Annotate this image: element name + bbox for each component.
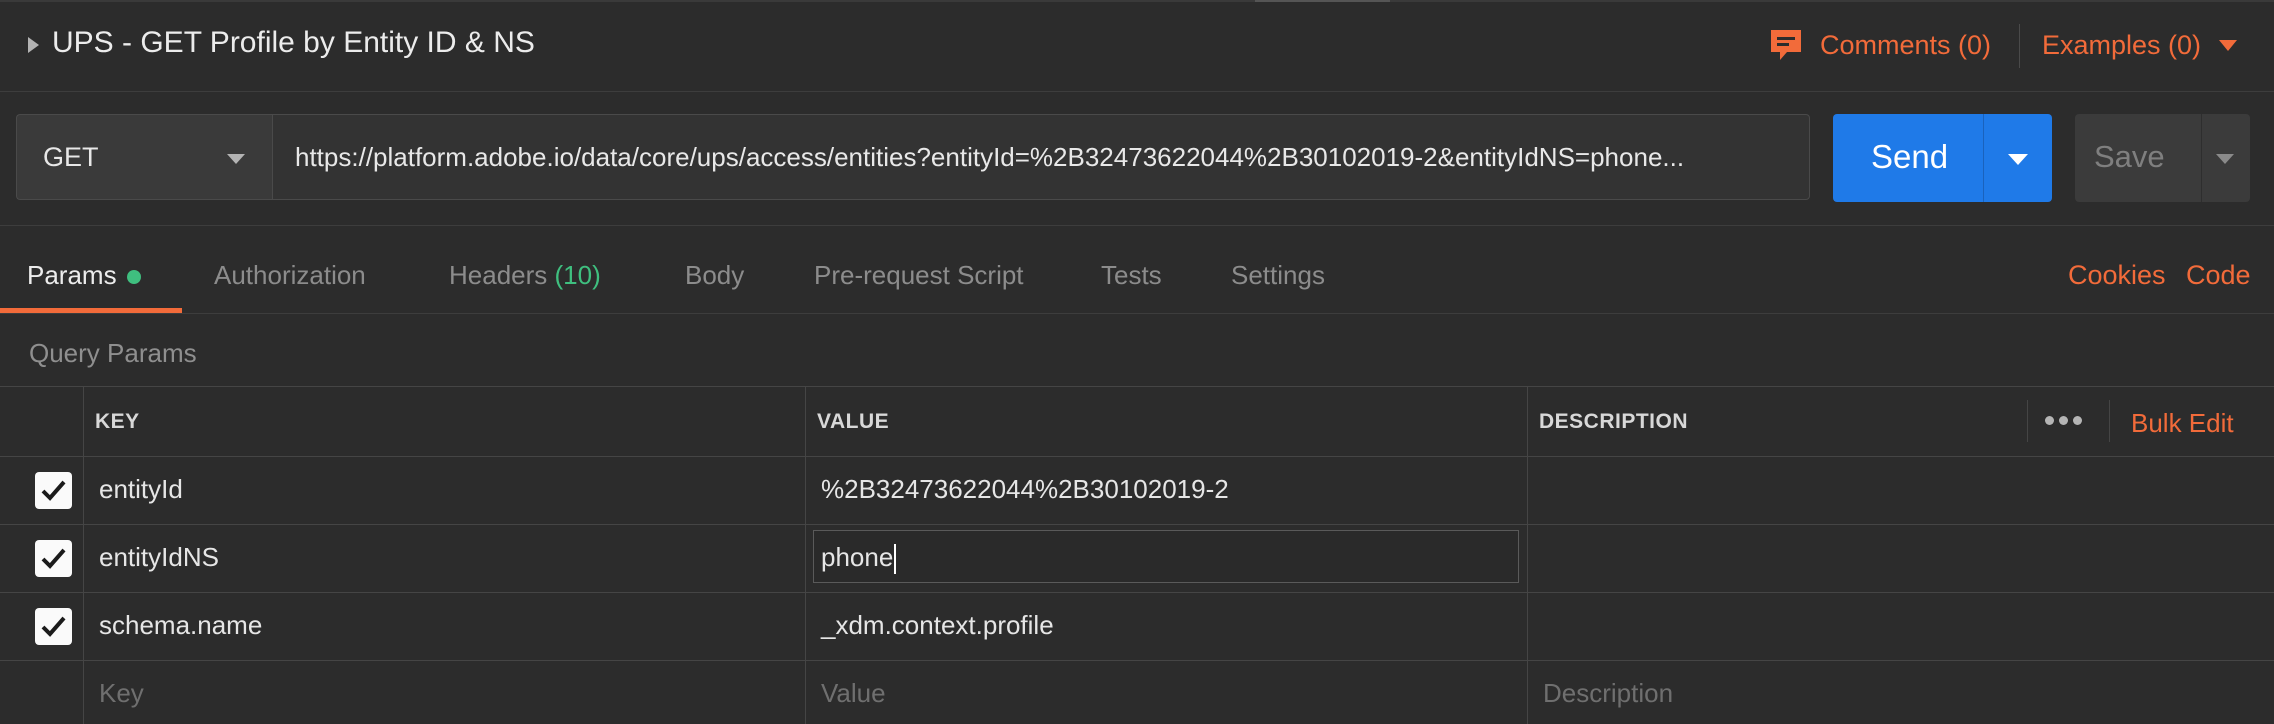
bulk-edit-button[interactable]: Bulk Edit xyxy=(2131,408,2234,439)
expand-caret-icon[interactable] xyxy=(28,37,39,53)
comments-button[interactable]: Comments (0) xyxy=(1768,22,1991,68)
new-key-input[interactable]: Key xyxy=(99,678,144,709)
param-value-input[interactable] xyxy=(813,530,1519,583)
request-title-bar: UPS - GET Profile by Entity ID & NS Comm… xyxy=(0,0,2274,92)
param-value-cell[interactable]: %2B32473622044%2B30102019-2 xyxy=(821,474,1229,505)
checkmark-icon xyxy=(41,548,66,569)
divider xyxy=(1527,386,1528,724)
checkmark-icon xyxy=(41,480,66,501)
divider xyxy=(83,386,84,724)
divider xyxy=(0,386,2274,387)
new-value-input[interactable]: Value xyxy=(821,678,886,709)
divider xyxy=(0,524,2274,525)
column-header-value: VALUE xyxy=(817,410,890,433)
send-button[interactable]: Send xyxy=(1833,114,2052,202)
divider xyxy=(2027,400,2028,442)
column-header-description: DESCRIPTION xyxy=(1539,410,1689,433)
tab-headers-label: Headers xyxy=(449,260,548,290)
divider xyxy=(2109,400,2110,442)
text-cursor xyxy=(894,544,897,575)
tab-params[interactable]: Params xyxy=(27,260,141,291)
request-title[interactable]: UPS - GET Profile by Entity ID & NS xyxy=(52,26,535,60)
comment-icon xyxy=(1771,30,1801,60)
save-divider xyxy=(2201,114,2202,202)
param-value-cell[interactable]: _xdm.context.profile xyxy=(821,610,1054,641)
tab-headers[interactable]: Headers (10) xyxy=(449,260,601,291)
examples-label: Examples (0) xyxy=(2042,29,2202,60)
divider xyxy=(0,592,2274,593)
tab-authorization[interactable]: Authorization xyxy=(214,260,366,291)
divider xyxy=(0,456,2274,457)
param-key-cell[interactable]: schema.name xyxy=(99,610,262,641)
examples-dropdown[interactable]: Examples (0) xyxy=(2042,22,2238,68)
divider xyxy=(0,660,2274,661)
headers-count-badge: (10) xyxy=(554,260,601,290)
tab-prerequest-script[interactable]: Pre-request Script xyxy=(814,260,1024,291)
query-params-title: Query Params xyxy=(29,338,197,368)
param-value-current: phone xyxy=(821,542,894,572)
cookies-link[interactable]: Cookies xyxy=(2068,260,2166,291)
url-input[interactable]: https://platform.adobe.io/data/core/ups/… xyxy=(272,114,1810,200)
send-divider xyxy=(1983,114,1984,202)
new-description-input[interactable]: Description xyxy=(1543,678,1673,709)
query-params-table: KEY VALUE DESCRIPTION Bulk Edit entityId… xyxy=(0,386,2274,724)
row-checkbox[interactable] xyxy=(35,608,72,645)
chevron-down-icon xyxy=(2219,39,2238,51)
comments-label: Comments (0) xyxy=(1820,29,1992,60)
row-checkbox[interactable] xyxy=(35,472,72,509)
chevron-down-icon xyxy=(227,154,245,164)
code-link[interactable]: Code xyxy=(2186,260,2251,291)
row-checkbox[interactable] xyxy=(35,540,72,577)
column-header-key: KEY xyxy=(95,410,140,433)
param-key-cell[interactable]: entityIdNS xyxy=(99,542,219,573)
tab-params-label: Params xyxy=(27,260,117,290)
divider xyxy=(805,386,806,724)
save-label: Save xyxy=(2094,139,2165,174)
send-options-chevron-icon[interactable] xyxy=(2008,154,2028,165)
param-value-text[interactable]: phone xyxy=(821,542,897,575)
send-label: Send xyxy=(1871,138,1949,175)
method-select[interactable]: GET xyxy=(16,114,272,200)
request-tabs: Params Authorization Headers (10) Body P… xyxy=(0,226,2274,314)
method-label: GET xyxy=(43,142,99,172)
save-button[interactable]: Save xyxy=(2075,114,2250,202)
active-tab-indicator xyxy=(0,308,182,313)
param-key-cell[interactable]: entityId xyxy=(99,474,183,505)
checkmark-icon xyxy=(41,616,66,637)
params-active-dot xyxy=(126,270,141,285)
tab-tests[interactable]: Tests xyxy=(1101,260,1162,291)
tab-body[interactable]: Body xyxy=(685,260,744,291)
tab-settings[interactable]: Settings xyxy=(1231,260,1325,291)
more-options-icon[interactable] xyxy=(2045,416,2082,425)
divider xyxy=(2019,24,2020,68)
save-options-chevron-icon[interactable] xyxy=(2216,154,2234,164)
